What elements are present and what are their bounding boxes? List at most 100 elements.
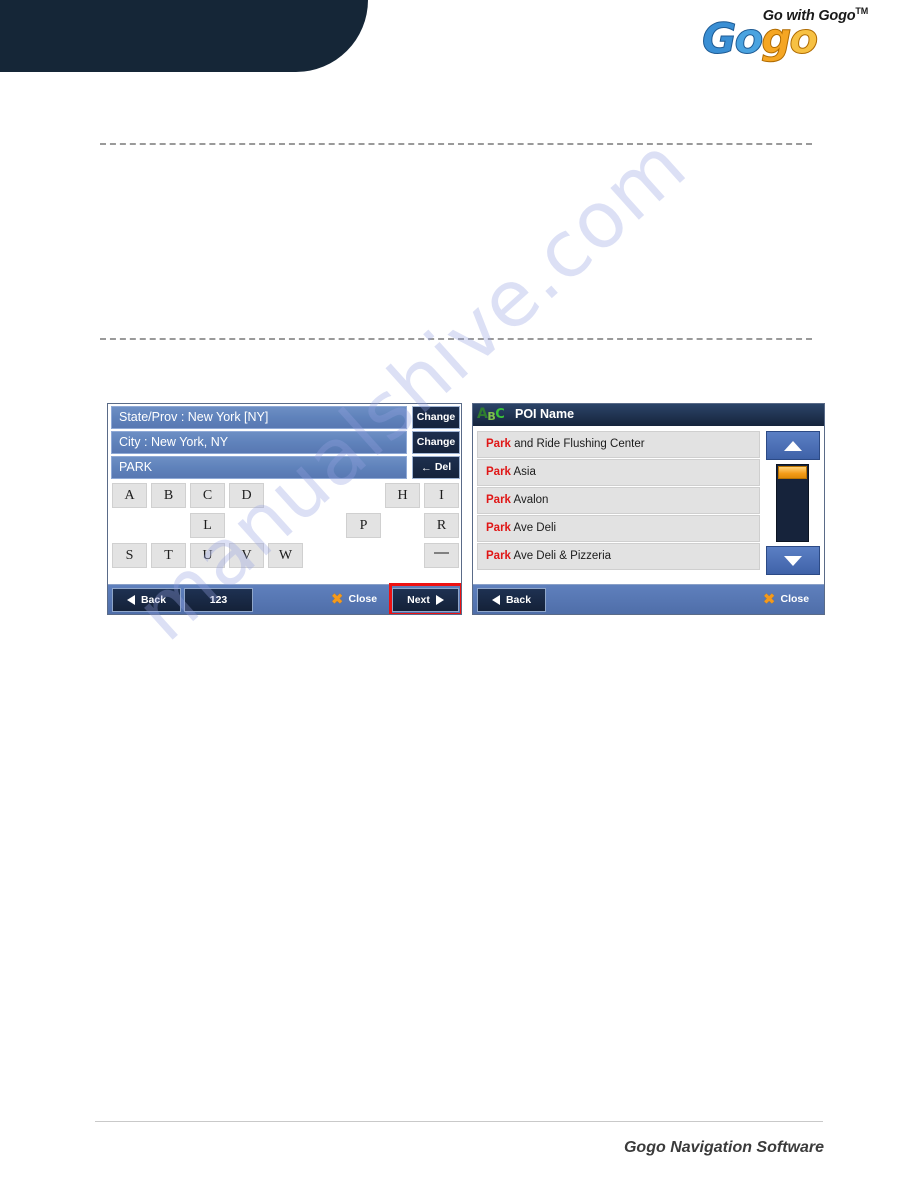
numeric-mode-label: 123 [209, 594, 228, 606]
abc-icon-a: A [477, 406, 488, 422]
key-v[interactable]: V [229, 543, 264, 568]
back-arrow-icon [126, 594, 135, 605]
poi-result-row[interactable]: Park Ave Deli & Pizzeria [477, 543, 760, 570]
brand-letter-g2: g [761, 14, 792, 63]
next-button[interactable]: Next [392, 588, 459, 612]
key-p[interactable]: P [346, 513, 381, 538]
numeric-mode-button[interactable]: 123 [184, 588, 253, 612]
close-x-icon: ✖ [330, 590, 344, 608]
city-change-label: Change [416, 436, 456, 448]
key-t[interactable]: T [151, 543, 186, 568]
scroll-down-button[interactable] [766, 546, 820, 575]
brand-letter-o1: o [734, 14, 764, 63]
keyboard-row-3: S T U V W — [108, 543, 461, 570]
key-space[interactable]: — [424, 543, 459, 568]
state-change-button[interactable]: Change [412, 406, 460, 429]
key-label: R [436, 518, 447, 533]
left-close-label: Close [348, 593, 378, 605]
section-divider-bottom [100, 338, 812, 340]
left-back-label: Back [140, 594, 167, 606]
poi-result-rest: Asia [510, 466, 536, 478]
device-screenshot-poi-results: ABC POI Name Park and Ride Flushing Cent… [472, 403, 825, 615]
poi-scrollbar[interactable] [766, 431, 820, 575]
scroll-thumb[interactable] [778, 466, 807, 479]
abc-icon-c: C [495, 407, 505, 422]
left-close-button[interactable]: ✖ Close [319, 588, 389, 612]
key-b[interactable]: B [151, 483, 186, 508]
abc-icon: ABC [477, 406, 505, 424]
key-label: — [434, 544, 449, 561]
backspace-arrow-icon: ← [420, 462, 432, 474]
poi-search-input[interactable]: PARK [111, 456, 407, 479]
keyboard-row-2: LPR [108, 513, 461, 540]
key-label: D [241, 488, 252, 503]
poi-result-row[interactable]: Park and Ride Flushing Center [477, 431, 760, 458]
poi-result-row[interactable]: Park Avalon [477, 487, 760, 514]
right-close-label: Close [780, 593, 810, 605]
scroll-track[interactable] [776, 464, 809, 542]
key-label: H [397, 488, 408, 503]
entry-row-search: PARK ← Del [108, 456, 461, 479]
key-label: L [203, 518, 212, 533]
key-l[interactable]: L [190, 513, 225, 538]
city-change-button[interactable]: Change [412, 431, 460, 454]
city-field[interactable]: City : New York, NY [111, 431, 407, 454]
state-change-label: Change [416, 411, 456, 423]
poi-result-rest: Ave Deli [510, 522, 557, 534]
device-screenshot-keyboard: State/Prov : New York [NY] Change City :… [107, 403, 462, 615]
key-label: T [164, 548, 173, 563]
key-u[interactable]: U [190, 543, 225, 568]
address-entry-rows: State/Prov : New York [NY] Change City :… [108, 406, 461, 481]
page-header-block [0, 0, 368, 72]
key-w[interactable]: W [268, 543, 303, 568]
key-label: I [439, 488, 444, 503]
poi-result-match: Park [486, 466, 511, 478]
poi-result-row[interactable]: Park Asia [477, 459, 760, 486]
poi-results-list: Park and Ride Flushing Center Park Asia Pa… [477, 431, 760, 571]
left-toolbar: Back 123 ✖ Close Next [108, 584, 461, 614]
key-label: V [241, 548, 252, 563]
key-label: A [124, 488, 135, 503]
key-i[interactable]: I [424, 483, 459, 508]
poi-result-rest: and Ride Flushing Center [510, 438, 645, 450]
poi-result-rest: Ave Deli & Pizzeria [510, 550, 612, 562]
brand-letter-g1: G [701, 14, 737, 63]
key-h[interactable]: H [385, 483, 420, 508]
key-s[interactable]: S [112, 543, 147, 568]
poi-result-row[interactable]: Park Ave Deli [477, 515, 760, 542]
gogo-logo: Go with GogoTM Gogo [694, 4, 870, 66]
right-back-button[interactable]: Back [477, 588, 546, 612]
entry-row-state: State/Prov : New York [NY] Change [108, 406, 461, 429]
key-r[interactable]: R [424, 513, 459, 538]
footer-title: Gogo Navigation Software [623, 1139, 824, 1156]
caret-up-icon [784, 440, 802, 451]
right-close-button[interactable]: ✖ Close [750, 588, 822, 612]
left-back-button[interactable]: Back [112, 588, 181, 612]
key-label: C [202, 488, 213, 503]
key-d[interactable]: D [229, 483, 264, 508]
next-arrow-icon [435, 594, 444, 605]
scroll-up-button[interactable] [766, 431, 820, 460]
keyboard-row-1: ABCDHI [108, 483, 461, 510]
delete-label: Del [434, 461, 452, 473]
key-label: P [359, 518, 368, 533]
key-label: W [278, 548, 293, 563]
key-c[interactable]: C [190, 483, 225, 508]
on-screen-keyboard: A B C D H I L P R S T U V W — [108, 483, 461, 573]
key-label: S [125, 548, 134, 563]
poi-title: POI Name [515, 407, 575, 421]
right-back-label: Back [505, 594, 532, 606]
brand-letter-o2: o [789, 14, 819, 63]
screenshot-pair: State/Prov : New York [NY] Change City :… [107, 403, 825, 615]
key-label: B [163, 488, 174, 503]
close-x-icon-right: ✖ [762, 590, 776, 608]
poi-result-match: Park [486, 494, 511, 506]
poi-result-match: Park [486, 522, 511, 534]
poi-title-bar: ABC POI Name [473, 404, 824, 426]
state-field[interactable]: State/Prov : New York [NY] [111, 406, 407, 429]
next-label: Next [407, 594, 430, 606]
key-a[interactable]: A [112, 483, 147, 508]
caret-down-icon [784, 555, 802, 566]
delete-button[interactable]: ← Del [412, 456, 460, 479]
poi-result-rest: Avalon [510, 494, 549, 506]
